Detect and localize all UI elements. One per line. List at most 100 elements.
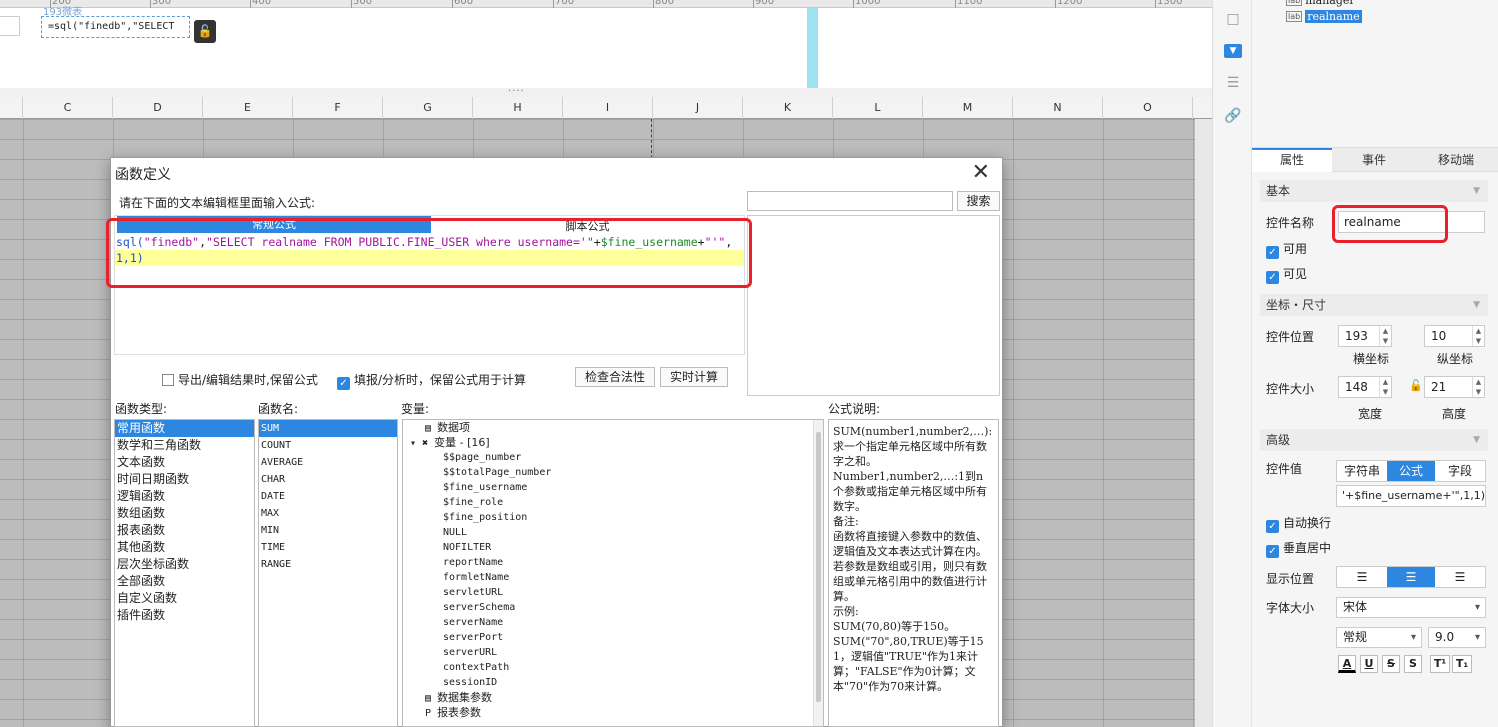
- font-color-button[interactable]: A: [1338, 655, 1356, 673]
- scroll-thumb[interactable]: [816, 432, 821, 702]
- stepper-arrows-icon[interactable]: ▲ ▼: [1472, 377, 1484, 397]
- strikethrough-button[interactable]: S: [1382, 655, 1400, 673]
- export-keep-formula-checkbox[interactable]: 导出/编辑结果时,保留公式: [162, 371, 318, 388]
- variable-item[interactable]: contextPath: [407, 660, 823, 675]
- variable-item[interactable]: reportName: [407, 555, 823, 570]
- visible-checkbox[interactable]: ✓ 可见: [1266, 266, 1307, 284]
- realtime-calc-button[interactable]: 实时计算: [660, 367, 728, 387]
- tree-node-variables[interactable]: ▾ ✖ 变量 - [16]: [407, 435, 823, 450]
- func-name-item[interactable]: DATE: [259, 488, 397, 505]
- variable-item[interactable]: $fine_username: [407, 480, 823, 495]
- func-name-item[interactable]: RANGE: [259, 556, 397, 573]
- column-header[interactable]: K: [743, 97, 833, 119]
- tree-item-realname[interactable]: lab realname: [1286, 10, 1362, 24]
- mode-string[interactable]: 字符串: [1337, 461, 1387, 481]
- tree-node-data-item[interactable]: ▤ 数据项: [407, 420, 823, 435]
- variable-item[interactable]: formletName: [407, 570, 823, 585]
- tab-events[interactable]: 事件: [1334, 148, 1414, 172]
- func-type-item[interactable]: 常用函数: [115, 420, 254, 437]
- func-name-item[interactable]: SUM: [259, 420, 397, 437]
- function-search-input[interactable]: [747, 191, 953, 211]
- align-left-icon[interactable]: ☰: [1337, 567, 1387, 587]
- function-search-results[interactable]: [747, 215, 1000, 396]
- func-type-item[interactable]: 自定义函数: [115, 590, 254, 607]
- variable-item[interactable]: NULL: [407, 525, 823, 540]
- func-type-item[interactable]: 数组函数: [115, 505, 254, 522]
- column-header[interactable]: D: [113, 97, 203, 119]
- variable-item[interactable]: servletURL: [407, 585, 823, 600]
- close-icon[interactable]: ✕: [972, 160, 990, 185]
- func-name-item[interactable]: AVERAGE: [259, 454, 397, 471]
- func-name-item[interactable]: TIME: [259, 539, 397, 556]
- formula-label-widget[interactable]: =sql("finedb","SELECT: [41, 16, 190, 38]
- form-design-canvas[interactable]: 200 300 400 500 600 700 800 900 1000 1100 1200 1300…: [0, 0, 1212, 88]
- width-stepper[interactable]: 148 ▲ ▼: [1338, 376, 1392, 398]
- stepper-arrows-icon[interactable]: ▲ ▼: [1379, 377, 1391, 397]
- variable-item[interactable]: NOFILTER: [407, 540, 823, 555]
- vertical-center-checkbox[interactable]: ✓ 垂直居中: [1266, 540, 1331, 558]
- func-type-item[interactable]: 层次坐标函数: [115, 556, 254, 573]
- search-button[interactable]: 搜索: [957, 191, 1000, 211]
- func-type-item[interactable]: 其他函数: [115, 539, 254, 556]
- func-name-item[interactable]: MAX: [259, 505, 397, 522]
- height-stepper[interactable]: 21 ▲ ▼: [1424, 376, 1485, 398]
- check-validity-button[interactable]: 检查合法性: [575, 367, 655, 387]
- mode-formula[interactable]: 公式: [1387, 461, 1435, 481]
- variable-item[interactable]: $$totalPage_number: [407, 465, 823, 480]
- variable-item[interactable]: sessionID: [407, 675, 823, 690]
- tree-node-dataset-params[interactable]: ▤ 数据集参数: [407, 690, 823, 705]
- variable-item[interactable]: $fine_position: [407, 510, 823, 525]
- stepper-arrows-icon[interactable]: ▲ ▼: [1379, 326, 1391, 346]
- func-name-item[interactable]: COUNT: [259, 437, 397, 454]
- font-style-select[interactable]: 常规 ▾: [1336, 627, 1422, 648]
- column-header[interactable]: M: [923, 97, 1013, 119]
- align-center-icon[interactable]: ☰: [1387, 567, 1435, 587]
- list-widget-icon[interactable]: ☰: [1223, 73, 1243, 93]
- canvas-widget-stub[interactable]: [0, 16, 20, 36]
- column-header[interactable]: E: [203, 97, 293, 119]
- variable-scrollbar[interactable]: [813, 420, 823, 726]
- column-header[interactable]: L: [833, 97, 923, 119]
- section-advanced[interactable]: 高级 ▼: [1260, 429, 1488, 451]
- shadow-button[interactable]: S: [1404, 655, 1422, 673]
- font-size-select[interactable]: 9.0 ▾: [1428, 627, 1486, 648]
- variable-item[interactable]: $$page_number: [407, 450, 823, 465]
- section-basic[interactable]: 基本 ▼: [1260, 180, 1488, 202]
- variable-item[interactable]: serverPort: [407, 630, 823, 645]
- column-header[interactable]: N: [1013, 97, 1103, 119]
- dropdown-widget-icon[interactable]: ▼: [1224, 44, 1242, 58]
- lock-icon[interactable]: 🔓: [194, 20, 216, 43]
- tree-item-manager[interactable]: lab manager: [1286, 0, 1355, 8]
- column-header[interactable]: J: [653, 97, 743, 119]
- pos-y-stepper[interactable]: 10 ▲ ▼: [1424, 325, 1485, 347]
- splitter-handle[interactable]: ····: [508, 87, 525, 97]
- func-type-item[interactable]: 文本函数: [115, 454, 254, 471]
- func-name-item[interactable]: CHAR: [259, 471, 397, 488]
- func-name-list[interactable]: SUM COUNT AVERAGE CHAR DATE MAX MIN TIME RANGE: [258, 419, 398, 727]
- column-header[interactable]: H: [473, 97, 563, 119]
- align-right-icon[interactable]: ☰: [1435, 567, 1485, 587]
- fill-keep-formula-checkbox[interactable]: ✓ 填报/分析时，保留公式用于计算: [337, 371, 526, 390]
- canvas-boundary-bar[interactable]: [807, 8, 818, 88]
- section-position-size[interactable]: 坐标・尺寸 ▼: [1260, 294, 1488, 316]
- pos-x-stepper[interactable]: 193 ▲ ▼: [1338, 325, 1392, 347]
- underline-button[interactable]: U: [1360, 655, 1378, 673]
- func-type-item[interactable]: 数学和三角函数: [115, 437, 254, 454]
- func-type-item[interactable]: 插件函数: [115, 607, 254, 624]
- link-icon[interactable]: 🔗: [1223, 106, 1243, 126]
- frame-icon[interactable]: □: [1223, 9, 1243, 29]
- enabled-checkbox[interactable]: ✓ 可用: [1266, 241, 1307, 259]
- column-header[interactable]: O: [1103, 97, 1193, 119]
- sheet-vertical-scrollbar[interactable]: [1195, 119, 1212, 727]
- mode-field[interactable]: 字段: [1435, 461, 1485, 481]
- font-family-select[interactable]: 宋体 ▾: [1336, 597, 1486, 618]
- subscript-button[interactable]: T₁: [1452, 655, 1472, 673]
- func-type-item[interactable]: 时间日期函数: [115, 471, 254, 488]
- func-type-item[interactable]: 报表函数: [115, 522, 254, 539]
- column-header[interactable]: G: [383, 97, 473, 119]
- stepper-arrows-icon[interactable]: ▲ ▼: [1472, 326, 1484, 346]
- tab-properties[interactable]: 属性: [1252, 148, 1332, 172]
- variable-item[interactable]: $fine_role: [407, 495, 823, 510]
- variable-item[interactable]: serverName: [407, 615, 823, 630]
- func-type-item[interactable]: 逻辑函数: [115, 488, 254, 505]
